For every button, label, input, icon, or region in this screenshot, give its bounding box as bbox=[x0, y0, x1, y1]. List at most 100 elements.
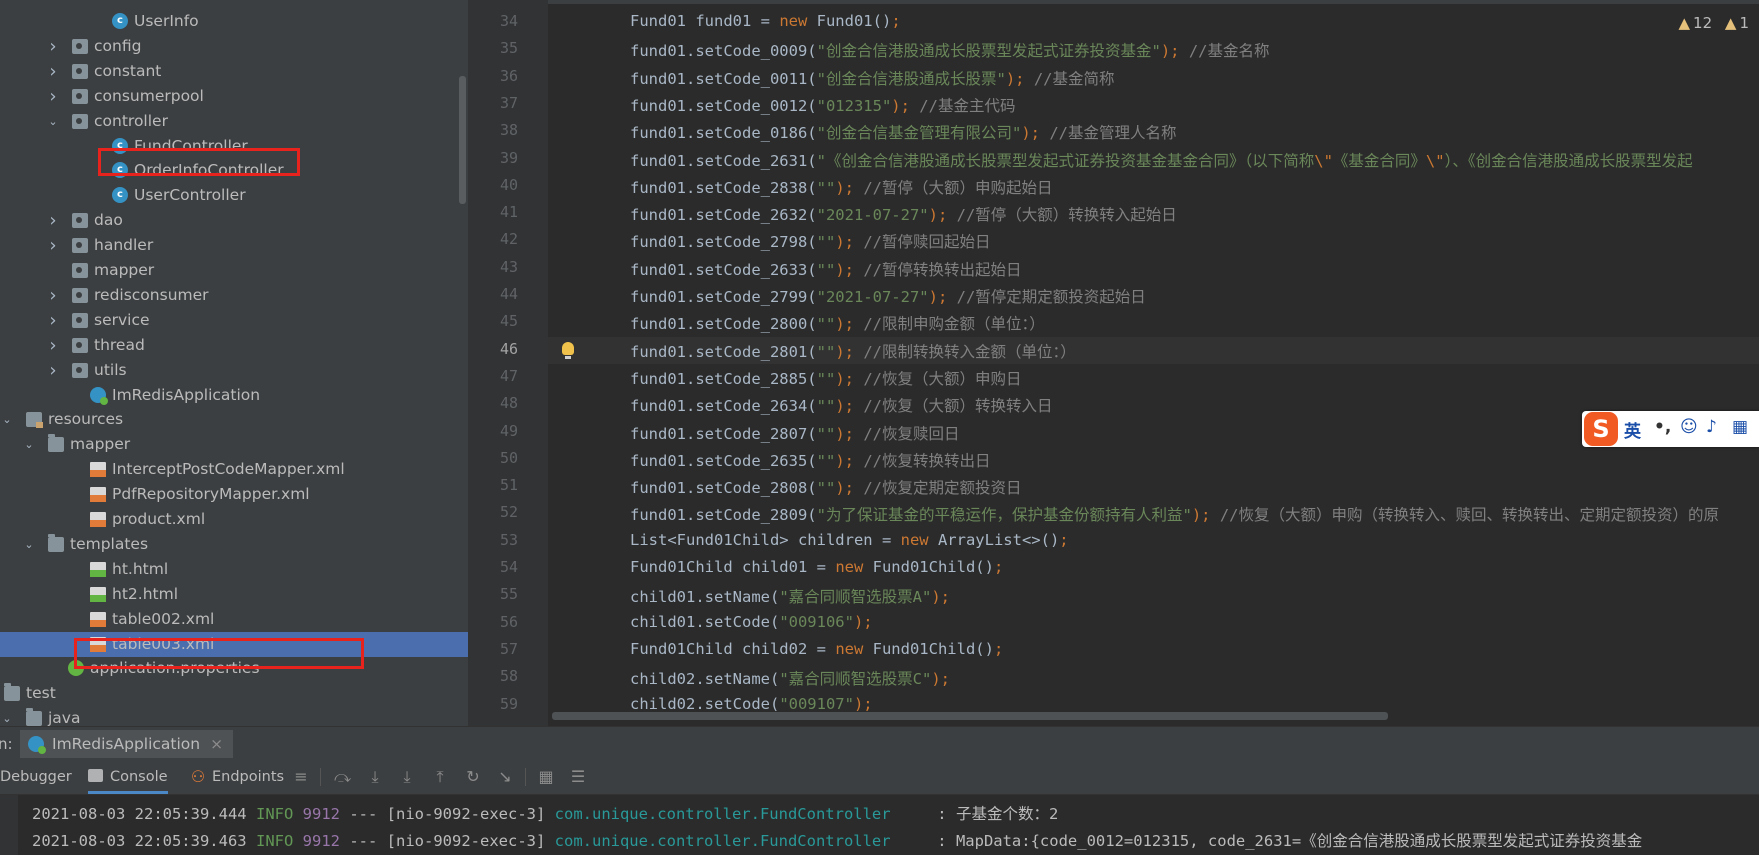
tree-item[interactable]: ⌄ resources bbox=[0, 407, 468, 432]
evaluate-expression-icon[interactable]: ▦ bbox=[538, 769, 554, 785]
microphone-icon[interactable]: ♪ bbox=[1706, 417, 1717, 437]
tree-item[interactable]: › consumerpool bbox=[0, 84, 468, 109]
drop-frame-icon[interactable]: ↻ bbox=[465, 769, 481, 785]
code-line[interactable]: fund01.setCode_2809("为了保证基金的平稳运作，保护基金份额持… bbox=[630, 503, 1719, 525]
ime-punctuation-toggle[interactable]: •, bbox=[1654, 417, 1671, 437]
chevron-right-icon[interactable]: › bbox=[46, 84, 60, 109]
warning-icon: ▲ bbox=[1678, 14, 1691, 32]
code-line[interactable]: child01.setCode("009106"); bbox=[630, 613, 873, 631]
chevron-right-icon[interactable]: › bbox=[46, 208, 60, 233]
code-line[interactable]: child02.setName("嘉合同顺智选股票C"); bbox=[630, 667, 950, 689]
keyboard-icon[interactable]: ▦ bbox=[1732, 417, 1748, 437]
chevron-right-icon[interactable]: › bbox=[46, 358, 60, 383]
code-line[interactable]: fund01.setCode_2634(""); //恢复（大额）转换转入日 bbox=[630, 394, 1052, 416]
tree-item[interactable]: › service bbox=[0, 308, 468, 333]
tree-item[interactable]: ⌄ mapper bbox=[0, 432, 468, 457]
tree-item[interactable]: product.xml bbox=[0, 507, 468, 532]
run-config-tab[interactable]: ImRedisApplication × bbox=[20, 730, 234, 758]
code-line[interactable]: Fund01Child child01 = new Fund01Child(); bbox=[630, 558, 1003, 576]
code-line[interactable]: fund01.setCode_2885(""); //恢复（大额）申购日 bbox=[630, 367, 1021, 389]
class-icon: c bbox=[112, 13, 128, 29]
tree-item[interactable]: › thread bbox=[0, 333, 468, 358]
code-line[interactable]: fund01.setCode_0009("创金合信港股通成长股票型发起式证券投资… bbox=[630, 39, 1269, 61]
chevron-down-icon[interactable]: ⌄ bbox=[0, 706, 14, 726]
code-token: new bbox=[835, 639, 864, 658]
code-token: ; bbox=[1059, 530, 1069, 549]
code-line[interactable]: child02.setCode("009107"); bbox=[630, 695, 873, 713]
tree-item[interactable]: mapper bbox=[0, 258, 468, 283]
chevron-down-icon[interactable]: ⌄ bbox=[46, 109, 60, 134]
chevron-right-icon[interactable]: › bbox=[46, 308, 60, 333]
tab-console[interactable]: Console bbox=[88, 760, 168, 794]
tree-item[interactable]: InterceptPostCodeMapper.xml bbox=[0, 457, 468, 482]
chevron-right-icon[interactable]: › bbox=[46, 333, 60, 358]
code-line[interactable]: child01.setName("嘉合同顺智选股票A"); bbox=[630, 585, 950, 607]
chevron-right-icon[interactable]: › bbox=[46, 283, 60, 308]
trace-icon[interactable]: ☰ bbox=[570, 769, 586, 785]
step-into-icon[interactable]: ⤓ bbox=[399, 769, 415, 785]
code-line[interactable]: fund01.setCode_2635(""); //恢复转换转出日 bbox=[630, 449, 990, 471]
tree-item[interactable]: ⌄test bbox=[0, 681, 468, 706]
close-tab-icon[interactable]: × bbox=[210, 735, 223, 753]
tree-item[interactable]: › redisconsumer bbox=[0, 283, 468, 308]
code-line[interactable]: fund01.setCode_2807(""); //恢复赎回日 bbox=[630, 422, 959, 444]
code-line[interactable]: fund01.setCode_2799("2021-07-27"); //暂停定… bbox=[630, 285, 1146, 307]
chevron-right-icon[interactable]: › bbox=[46, 233, 60, 258]
tab-debugger[interactable]: Debugger bbox=[0, 760, 72, 794]
console-gutter bbox=[0, 795, 18, 855]
console-output[interactable]: 2021-08-03 22:05:39.444 INFO 9912 --- [n… bbox=[0, 795, 1759, 855]
code-line[interactable]: List<Fund01Child> children = new ArrayLi… bbox=[630, 531, 1069, 549]
code-line[interactable]: fund01.setCode_2838(""); //暂停（大额）申购起始日 bbox=[630, 176, 1052, 198]
tree-item[interactable]: › handler bbox=[0, 233, 468, 258]
tree-item[interactable]: ImRedisApplication bbox=[0, 383, 468, 408]
tree-item[interactable]: ⌄ templates bbox=[0, 532, 468, 557]
tree-item[interactable]: ⌄ controller bbox=[0, 109, 468, 134]
tree-item[interactable]: ht2.html bbox=[0, 582, 468, 607]
code-line[interactable]: fund01.setCode_2808(""); //恢复定期定额投资日 bbox=[630, 476, 1021, 498]
resources-folder-icon bbox=[26, 412, 43, 429]
code-line[interactable]: fund01.setCode_2633(""); //暂停转换转出起始日 bbox=[630, 258, 1021, 280]
intention-bulb-icon[interactable] bbox=[562, 341, 574, 359]
code-line[interactable]: fund01.setCode_0011("创金合信港股通成长股票"); //基金… bbox=[630, 67, 1114, 89]
tree-item[interactable]: › dao bbox=[0, 208, 468, 233]
tree-item[interactable]: c UserController bbox=[0, 183, 468, 208]
chevron-down-icon[interactable]: ⌄ bbox=[0, 407, 14, 432]
tree-item[interactable]: PdfRepositoryMapper.xml bbox=[0, 482, 468, 507]
tree-item[interactable]: table002.xml bbox=[0, 607, 468, 632]
code-line[interactable]: fund01.setCode_2801(""); //限制转换转入金额（单位：） bbox=[630, 340, 1076, 362]
chevron-right-icon[interactable]: › bbox=[46, 59, 60, 84]
run-to-cursor-icon[interactable]: ↘ bbox=[497, 769, 513, 785]
chevron-down-icon[interactable]: ⌄ bbox=[22, 432, 36, 457]
tree-item[interactable]: › config bbox=[0, 34, 468, 59]
emoji-icon[interactable]: ☺ bbox=[1680, 417, 1698, 437]
code-line[interactable]: fund01.setCode_2800(""); //限制申购金额（单位：） bbox=[630, 312, 1045, 334]
tree-item[interactable]: › utils bbox=[0, 358, 468, 383]
inspection-widget[interactable]: ▲ 12 ▲ 1 bbox=[1678, 14, 1749, 32]
tab-endpoints[interactable]: ⚇ Endpoints bbox=[190, 760, 284, 794]
code-line[interactable]: fund01.setCode_2632("2021-07-27"); //暂停（… bbox=[630, 203, 1177, 225]
step-over-icon[interactable]: ⤓ bbox=[367, 769, 383, 785]
code-line[interactable]: fund01.setCode_0186("创金合信基金管理有限公司"); //基… bbox=[630, 121, 1176, 143]
ime-language-toggle[interactable]: 英 bbox=[1624, 417, 1641, 442]
tree-item[interactable]: c UserInfo bbox=[0, 9, 468, 34]
horizontal-scrollbar[interactable] bbox=[552, 712, 1388, 720]
tree-item[interactable]: › constant bbox=[0, 59, 468, 84]
log-line: 2021-08-03 22:05:39.444 INFO 9912 --- [n… bbox=[32, 802, 1058, 824]
code-line[interactable]: fund01.setCode_0012("012315"); //基金主代码 bbox=[630, 94, 1015, 116]
sogou-logo-icon[interactable]: S bbox=[1584, 412, 1618, 446]
code-line[interactable]: fund01.setCode_2798(""); //暂停赎回起始日 bbox=[630, 230, 990, 252]
tree-item[interactable]: ⌄ java bbox=[0, 706, 468, 726]
chevron-down-icon[interactable]: ⌄ bbox=[22, 532, 36, 557]
chevron-right-icon[interactable]: › bbox=[46, 34, 60, 59]
code-editor[interactable]: 34 35 36 37 38 39 40 41 42 43 44 45 46 47 48 49 50 51 52 53… bbox=[468, 0, 1759, 726]
code-token: //暂停转换转出起始日 bbox=[863, 260, 1022, 279]
show-execution-point-icon[interactable]: ⤼ bbox=[334, 769, 351, 785]
tree-scrollbar[interactable] bbox=[459, 76, 466, 204]
code-line[interactable]: Fund01 fund01 = new Fund01(); bbox=[630, 12, 901, 30]
line-number: 45 bbox=[499, 312, 518, 331]
menu-icon[interactable]: ≡ bbox=[293, 769, 309, 785]
tree-item[interactable]: ht.html bbox=[0, 557, 468, 582]
code-line[interactable]: Fund01Child child02 = new Fund01Child(); bbox=[630, 640, 1003, 658]
code-line[interactable]: fund01.setCode_2631("《创金合信港股通成长股票型发起式证券投… bbox=[630, 149, 1693, 171]
step-out-icon[interactable]: ⤒ bbox=[432, 769, 448, 785]
